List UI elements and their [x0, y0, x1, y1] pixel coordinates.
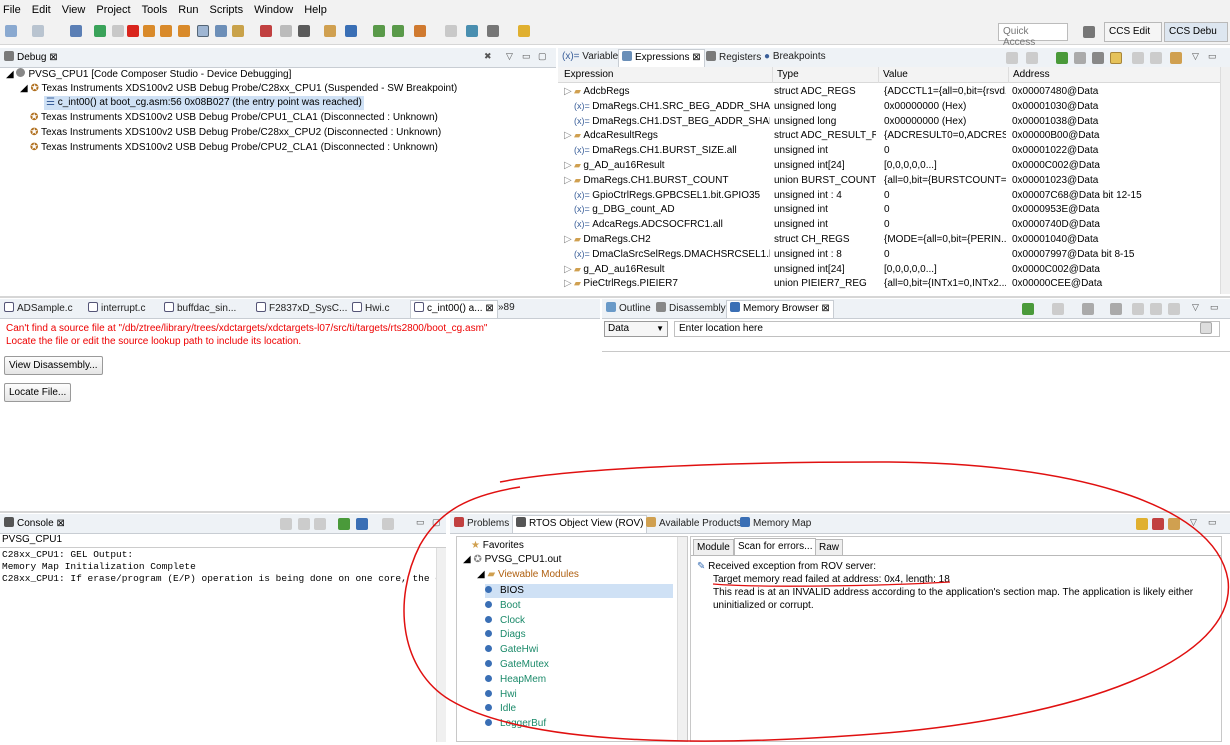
annotation-overlay	[403, 461, 1230, 742]
annotation-circle	[403, 461, 1230, 742]
annotation-underline	[712, 581, 951, 587]
